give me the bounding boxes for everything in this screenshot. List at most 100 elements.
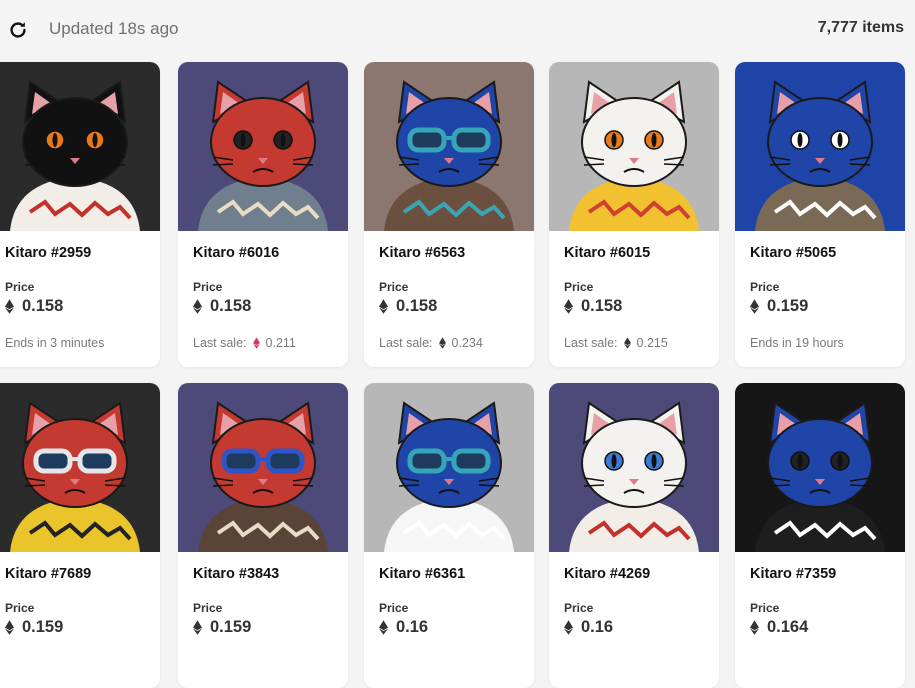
last-sale-value: 0.234	[451, 336, 483, 350]
last-sale: Last sale: 0.211	[193, 336, 296, 350]
nft-card[interactable]: Kitaro #6563 Price 0.158 Last sale: 0.234	[364, 62, 534, 367]
nft-name[interactable]: Kitaro #6361	[379, 566, 465, 582]
nft-card[interactable]: Kitaro #3843 Price 0.159	[178, 383, 348, 688]
nft-card[interactable]: Kitaro #5065 Price 0.159 Ends in 19 hours	[735, 62, 905, 367]
nft-image[interactable]	[0, 383, 160, 552]
eth-icon	[5, 620, 14, 635]
nft-image[interactable]	[0, 62, 160, 231]
price: 0.159	[193, 618, 251, 637]
nft-name[interactable]: Kitaro #7359	[750, 566, 836, 582]
last-sale-value: 0.211	[265, 336, 296, 350]
last-sale: Last sale: 0.215	[564, 336, 668, 350]
nft-card[interactable]: Kitaro #7359 Price 0.164	[735, 383, 905, 688]
eth-icon	[750, 299, 759, 314]
last-sale-label: Last sale:	[379, 336, 433, 350]
nft-name[interactable]: Kitaro #6563	[379, 245, 465, 261]
eth-icon	[193, 299, 202, 314]
nft-name[interactable]: Kitaro #6016	[193, 245, 279, 261]
cat-avatar-image	[0, 62, 160, 231]
nft-image[interactable]	[364, 383, 534, 552]
price-value: 0.164	[767, 618, 809, 636]
price: 0.16	[379, 618, 428, 637]
price: 0.158	[193, 297, 251, 316]
cat-avatar-image	[0, 383, 160, 552]
price-value: 0.159	[210, 618, 252, 636]
price: 0.159	[5, 618, 63, 637]
auction-end-text: Ends in 19 hours	[750, 336, 844, 350]
nft-card[interactable]: Kitaro #6016 Price 0.158 Last sale: 0.211	[178, 62, 348, 367]
price-label: Price	[750, 280, 780, 294]
price-label: Price	[193, 280, 223, 294]
price-label: Price	[193, 601, 223, 615]
auction-end: Ends in 19 hours	[750, 336, 844, 350]
nft-image[interactable]	[178, 62, 348, 231]
toolbar: Updated 18s ago 7,777 items	[0, 0, 915, 60]
eth-icon	[193, 620, 202, 635]
nft-image[interactable]	[735, 62, 905, 231]
price-value: 0.16	[581, 618, 614, 636]
auction-end-text: Ends in 3 minutes	[5, 336, 105, 350]
price-value: 0.159	[767, 297, 809, 315]
price-value: 0.158	[581, 297, 623, 315]
cat-avatar-image	[178, 62, 348, 231]
nft-image[interactable]	[178, 383, 348, 552]
cat-avatar-image	[549, 383, 719, 552]
last-sale: Last sale: 0.234	[379, 336, 483, 350]
price: 0.158	[564, 297, 622, 316]
eth-icon	[379, 620, 388, 635]
nft-name[interactable]: Kitaro #3843	[193, 566, 279, 582]
price: 0.158	[379, 297, 437, 316]
nft-name[interactable]: Kitaro #6015	[564, 245, 650, 261]
nft-card[interactable]: Kitaro #6015 Price 0.158 Last sale: 0.215	[549, 62, 719, 367]
nft-image[interactable]	[364, 62, 534, 231]
price-label: Price	[564, 601, 594, 615]
eth-icon	[5, 299, 14, 314]
last-sale-value: 0.215	[636, 336, 668, 350]
eth-icon	[750, 620, 759, 635]
price-value: 0.158	[22, 297, 64, 315]
eth-icon	[379, 299, 388, 314]
cat-avatar-image	[364, 383, 534, 552]
price: 0.164	[750, 618, 808, 637]
nft-card[interactable]: Kitaro #6361 Price 0.16	[364, 383, 534, 688]
nft-name[interactable]: Kitaro #4269	[564, 566, 650, 582]
cat-avatar-image	[735, 383, 905, 552]
nft-name[interactable]: Kitaro #7689	[5, 566, 91, 582]
price-label: Price	[379, 601, 409, 615]
nft-image[interactable]	[549, 383, 719, 552]
eth-icon	[564, 620, 573, 635]
price-value: 0.158	[210, 297, 252, 315]
price-value: 0.158	[396, 297, 438, 315]
price-value: 0.16	[396, 618, 429, 636]
nft-card[interactable]: Kitaro #7689 Price 0.159	[0, 383, 160, 688]
auction-end: Ends in 3 minutes	[5, 336, 104, 350]
price-label: Price	[750, 601, 780, 615]
eth-icon	[623, 337, 631, 349]
price-label: Price	[5, 601, 35, 615]
price: 0.16	[564, 618, 613, 637]
nft-image[interactable]	[735, 383, 905, 552]
eth-icon	[564, 299, 573, 314]
last-sale-label: Last sale:	[564, 336, 618, 350]
updated-status: Updated 18s ago	[49, 19, 179, 38]
price-label: Price	[379, 280, 409, 294]
nft-card[interactable]: Kitaro #4269 Price 0.16	[549, 383, 719, 688]
cat-avatar-image	[364, 62, 534, 231]
cat-avatar-image	[735, 62, 905, 231]
item-count: 7,777 items	[817, 19, 904, 36]
price: 0.159	[750, 297, 808, 316]
cat-avatar-image	[178, 383, 348, 552]
cat-avatar-image	[549, 62, 719, 231]
nft-name[interactable]: Kitaro #5065	[750, 245, 836, 261]
price: 0.158	[5, 297, 63, 316]
nft-name[interactable]: Kitaro #2959	[5, 245, 91, 261]
weth-icon	[252, 337, 260, 349]
price-label: Price	[5, 280, 35, 294]
price-label: Price	[564, 280, 594, 294]
nft-card[interactable]: Kitaro #2959 Price 0.158 Ends in 3 minutes	[0, 62, 160, 367]
eth-icon	[438, 337, 446, 349]
price-value: 0.159	[22, 618, 64, 636]
refresh-icon[interactable]	[7, 19, 29, 41]
last-sale-label: Last sale:	[193, 336, 247, 350]
nft-image[interactable]	[549, 62, 719, 231]
